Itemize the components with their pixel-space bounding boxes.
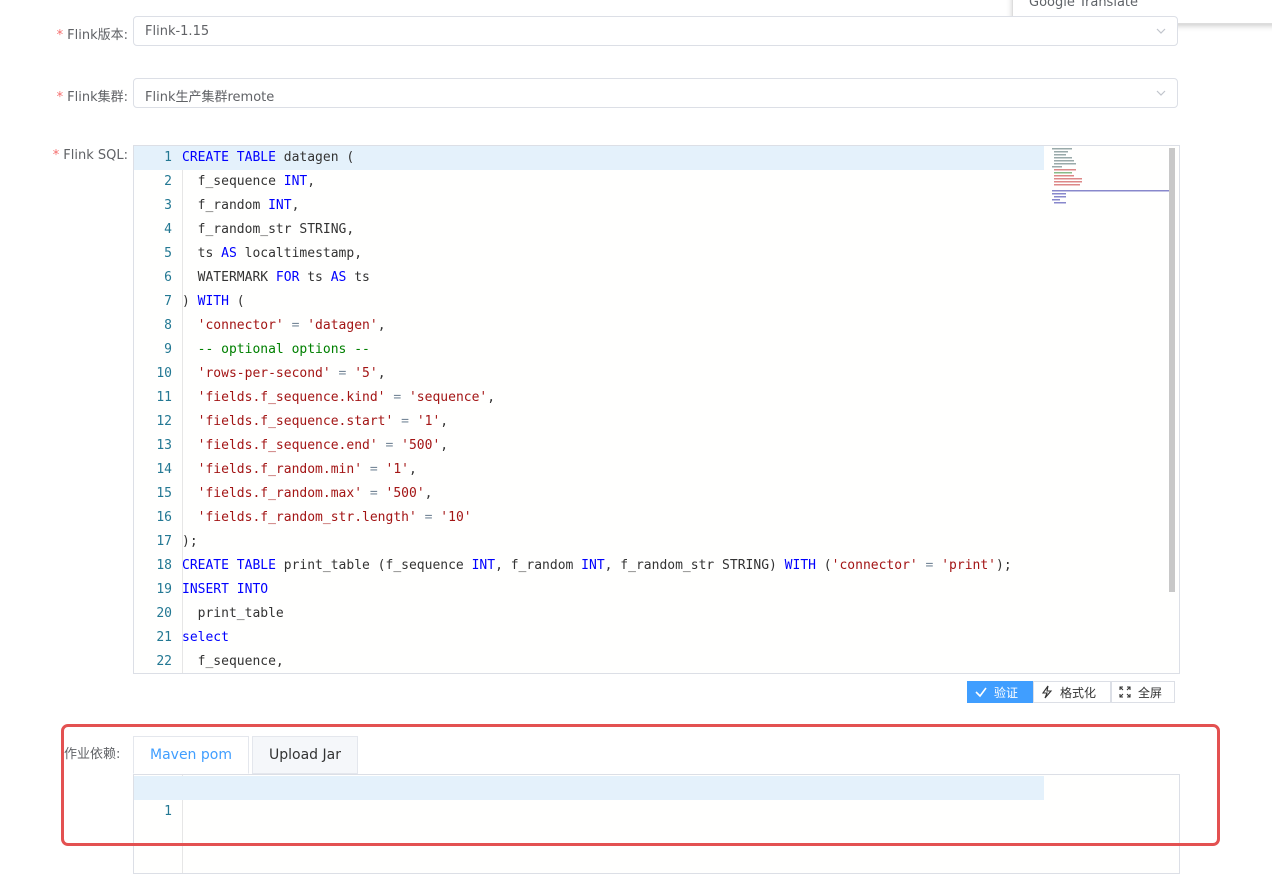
line-number: 2 (164, 174, 172, 189)
line-number: 11 (156, 390, 172, 405)
line-number: 13 (156, 438, 172, 453)
flink-sql-label: * Flink SQL: (52, 148, 128, 163)
flink-cluster-select[interactable]: Flink生产集群remote (133, 78, 1178, 108)
flink-cluster-label: * Flink集群: (56, 90, 128, 105)
code-text: f_sequence INT, (182, 174, 316, 189)
editor-toolbar: 验证 格式化 全屏 (967, 681, 1175, 703)
flink-cluster-value: Flink生产集群remote (145, 90, 275, 105)
code-line: 5 ts AS localtimestamp, (134, 242, 1179, 266)
code-text: 'fields.f_random.max' = '500', (197, 486, 433, 501)
code-line: 18 CREATE TABLE print_table (f_sequence I… (134, 554, 1179, 578)
line-number: 12 (156, 414, 172, 429)
code-line: 20 print_table (134, 602, 1179, 626)
fullscreen-icon (1119, 686, 1131, 698)
code-line: 10 'rows-per-second' = '5', (134, 362, 1179, 386)
code-line: 3 f_random INT, (134, 194, 1179, 218)
code-text: 'fields.f_random_str.length' = '10' (197, 510, 472, 525)
line-number: 5 (164, 246, 172, 261)
line-number: 10 (156, 366, 172, 381)
flink-version-select[interactable]: Flink-1.15 (133, 16, 1178, 46)
code-text: 'fields.f_random.min' = '1', (197, 462, 417, 477)
code-text: 'connector' = 'datagen', (197, 318, 386, 333)
code-line: 14 'fields.f_random.min' = '1', (134, 458, 1179, 482)
code-line: 11 'fields.f_sequence.kind' = 'sequence'… (134, 386, 1179, 410)
code-line: 6 WATERMARK FOR ts AS ts (134, 266, 1179, 290)
code-text: ); (182, 534, 198, 549)
check-icon (975, 687, 987, 698)
flink-sql-editor[interactable]: 1 CREATE TABLE datagen ( 2 f_sequence INT,… (133, 145, 1180, 674)
code-text: f_sequence, (182, 654, 284, 669)
line-number: 19 (156, 582, 172, 597)
code-line: 19 INSERT INTO (134, 578, 1179, 602)
code-text: print_table (182, 606, 284, 621)
code-text: 'fields.f_sequence.kind' = 'sequence', (197, 390, 496, 405)
line-number: 15 (156, 486, 172, 501)
verify-button[interactable]: 验证 (967, 681, 1033, 703)
code-line: 1 CREATE TABLE datagen ( (134, 146, 1044, 170)
code-text: ) WITH ( (182, 294, 245, 309)
code-text: CREATE TABLE print_table (f_sequence INT… (182, 558, 1012, 573)
line-number: 17 (156, 534, 172, 549)
vertical-scrollbar[interactable] (1169, 148, 1175, 592)
code-text: ts AS localtimestamp, (182, 246, 363, 261)
code-line: 21 select (134, 626, 1179, 650)
google-translate-text: Google Translate (1029, 0, 1139, 10)
code-text: 'fields.f_sequence.end' = '500', (197, 438, 449, 453)
code-text: select (182, 630, 229, 645)
code-line: 7 ) WITH ( (134, 290, 1179, 314)
code-text: 'rows-per-second' = '5', (197, 366, 386, 381)
line-number: 18 (156, 558, 172, 573)
code-text: WATERMARK FOR ts AS ts (182, 270, 370, 285)
code-line: 13 'fields.f_sequence.end' = '500', (134, 434, 1179, 458)
line-number: 20 (156, 606, 172, 621)
highlight-box (61, 724, 1220, 846)
code-line: 9 -- optional options -- (134, 338, 1179, 362)
code-line: 16 'fields.f_random_str.length' = '10' (134, 506, 1179, 530)
flink-version-label: * Flink版本: (56, 28, 128, 43)
code-line: 15 'fields.f_random.max' = '500', (134, 482, 1179, 506)
code-text: INSERT INTO (182, 582, 269, 597)
line-number: 9 (164, 342, 172, 357)
line-number: 6 (164, 270, 172, 285)
code-text: f_random INT, (182, 198, 300, 213)
chevron-down-icon (1156, 28, 1166, 34)
code-minimap[interactable] (1052, 148, 1176, 204)
flink-version-value: Flink-1.15 (145, 24, 210, 39)
code-line: 12 'fields.f_sequence.start' = '1', (134, 410, 1179, 434)
fullscreen-button[interactable]: 全屏 (1111, 681, 1175, 703)
line-number: 1 (164, 150, 172, 165)
line-number: 3 (164, 198, 172, 213)
line-number: 7 (164, 294, 172, 309)
code-line: 4 f_random_str STRING, (134, 218, 1179, 242)
line-number: 8 (164, 318, 172, 333)
line-number: 22 (156, 654, 172, 669)
code-text: -- optional options -- (197, 342, 370, 357)
chevron-down-icon (1156, 90, 1166, 96)
code-line: 17); (134, 530, 1179, 554)
format-button[interactable]: 格式化 (1033, 681, 1111, 703)
code-line: 2 f_sequence INT, (134, 170, 1179, 194)
line-number: 16 (156, 510, 172, 525)
code-line: 22 f_sequence, (134, 650, 1179, 673)
lightning-icon (1041, 685, 1053, 699)
line-number: 21 (156, 630, 172, 645)
code-line: 8 'connector' = 'datagen', (134, 314, 1179, 338)
line-number: 4 (164, 222, 172, 237)
code-text: f_random_str STRING, (182, 222, 355, 237)
code-text: CREATE TABLE datagen ( (182, 150, 355, 165)
code-text: 'fields.f_sequence.start' = '1', (197, 414, 449, 429)
line-number: 14 (156, 462, 172, 477)
